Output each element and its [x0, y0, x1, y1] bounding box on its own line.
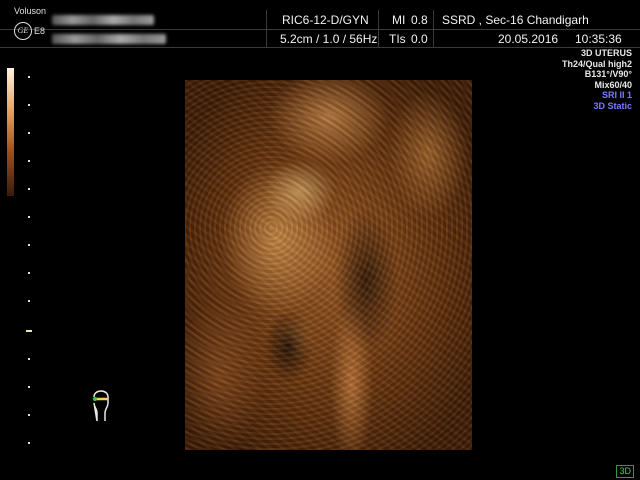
probe-label: RIC6-12-D/GYN: [282, 13, 369, 27]
scale-tick: [28, 104, 30, 106]
exam-type: 3D UTERUS: [580, 48, 632, 58]
exam-date: 20.05.2016: [498, 32, 559, 46]
depth-settings: 5.2cm / 1.0 / 56Hz: [280, 32, 378, 46]
patient-id-redacted: [52, 34, 166, 44]
scale-tick: [28, 414, 30, 416]
mi-label: MI: [392, 13, 406, 27]
ultrasound-3d-render[interactable]: [185, 80, 472, 450]
scale-tick: [28, 160, 30, 162]
scale-tick: [28, 76, 30, 78]
patient-name-redacted: [52, 15, 154, 25]
imaging-parameters: 3D UTERUS Th24/Qual high2 B131°/V90° Mix…: [562, 48, 632, 111]
header-separator: [433, 10, 434, 48]
sri-setting: SRI II 1: [601, 90, 632, 100]
scale-tick: [28, 132, 30, 134]
mix-setting: Mix60/40: [594, 79, 632, 90]
angle-setting: B131°/V90°: [584, 69, 632, 79]
depth-scale: [0, 0, 40, 480]
exam-time: 10:35:36: [575, 32, 622, 46]
scale-tick: [28, 244, 30, 246]
scale-tick: [28, 188, 30, 190]
quality-setting: Th24/Qual high2: [561, 58, 632, 69]
3d-mode-badge[interactable]: 3D: [616, 465, 634, 478]
scale-tick: [28, 358, 30, 360]
scale-tick: [28, 386, 30, 388]
scale-tick: [28, 216, 30, 218]
scale-tick: [28, 442, 30, 444]
scale-tick: [28, 272, 30, 274]
tis-value: 0.0: [411, 32, 428, 46]
tis-label: TIs: [389, 32, 406, 46]
institution-name: SSRD , Sec-16 Chandigarh: [442, 13, 589, 27]
header-bar: Voluson GE E8 RIC6-12-D/GYN MI 0.8 SSRD …: [0, 0, 640, 48]
mi-value: 0.8: [411, 13, 428, 27]
focus-marker: [26, 330, 32, 332]
header-separator: [378, 10, 379, 48]
render-mode: 3D Static: [593, 100, 632, 111]
header-separator: [266, 10, 267, 48]
scale-tick: [28, 300, 30, 302]
orientation-marker-icon: [93, 390, 109, 422]
